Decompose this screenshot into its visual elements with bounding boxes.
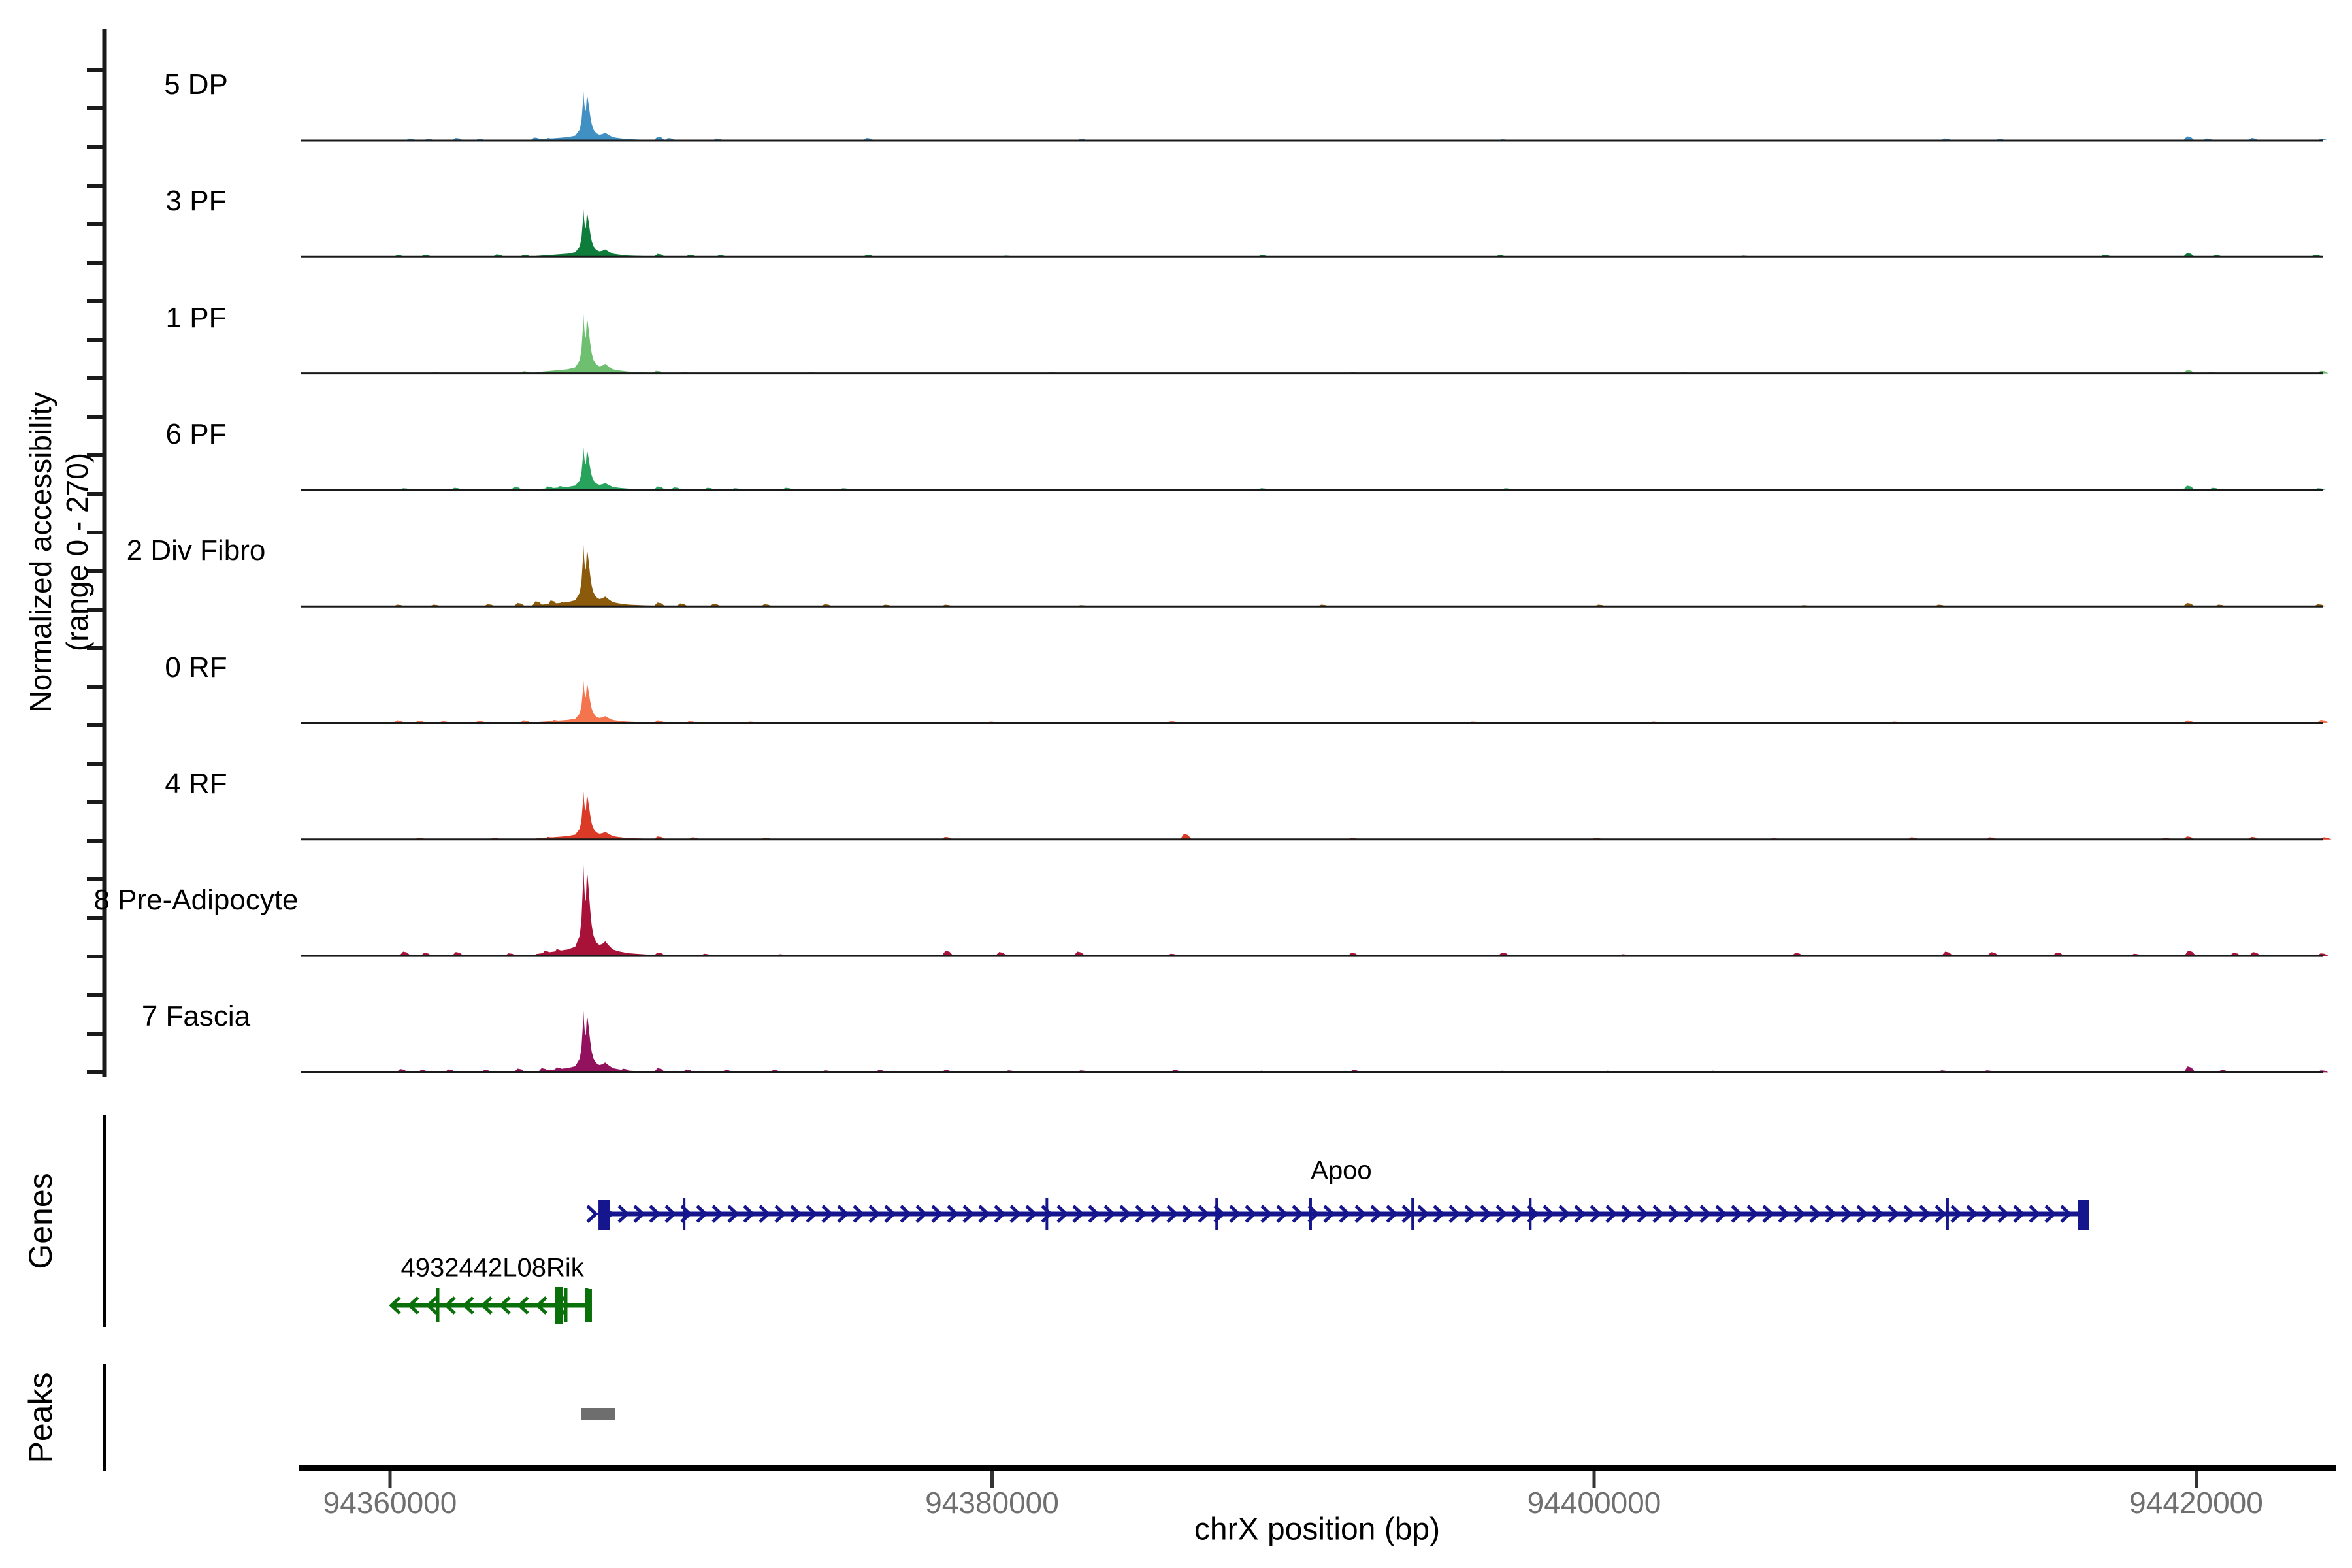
tracks-canvas (0, 0, 2352, 1568)
track-label-8preadipocyte: 8 Pre-Adipocyte (93, 884, 298, 917)
x-tick-94360000: 94360000 (323, 1485, 457, 1520)
x-axis-title: chrX position (bp) (1194, 1512, 1440, 1548)
y-axis-label-line2: (range 0 - 270) (59, 392, 95, 713)
y-axis-label-line1: Normalized accessibility (22, 392, 59, 713)
signal-peak-5 (536, 680, 661, 723)
peaks-section-label: Peaks (22, 1373, 59, 1463)
y-axis-label: Normalized accessibility (range 0 - 270) (22, 392, 95, 713)
genes-section-label: Genes (22, 1173, 59, 1269)
signal-peak-2 (536, 314, 661, 374)
peak-annotations (581, 1408, 615, 1420)
peak-rect (581, 1408, 615, 1420)
genome-browser-figure: Normalized accessibility (range 0 - 270)… (0, 0, 2352, 1568)
exon-block (2078, 1200, 2089, 1230)
track-label-4rf: 4 RF (165, 768, 227, 800)
signal-peak-1 (536, 209, 661, 257)
signal-peak-8 (536, 1010, 661, 1072)
signal-tracks (301, 91, 2332, 1073)
track-label-6pf: 6 PF (166, 418, 227, 451)
signal-peak-4 (536, 545, 661, 606)
exon-block (555, 1287, 563, 1324)
position-axis (299, 1468, 2336, 1488)
signal-peak-3 (536, 447, 661, 490)
track-label-1pf: 1 PF (166, 302, 227, 335)
track-label-2divfibro: 2 Div Fibro (127, 534, 266, 567)
track-label-3pf: 3 PF (166, 185, 227, 218)
gene-label-apoo: Apoo (1311, 1156, 1371, 1186)
gene-models (391, 1198, 2089, 1324)
x-tick-94400000: 94400000 (1527, 1485, 1661, 1520)
track-label-0rf: 0 RF (165, 651, 227, 684)
signal-peak-7 (536, 864, 661, 956)
strand-arrow-right (587, 1206, 596, 1222)
track-label-5dp: 5 DP (164, 69, 228, 101)
exon-block (598, 1200, 610, 1230)
x-tick-94380000: 94380000 (925, 1485, 1059, 1520)
signal-peak-0 (536, 91, 661, 140)
track-label-7fascia: 7 Fascia (142, 1000, 250, 1033)
signal-peak-6 (536, 791, 661, 840)
x-tick-94420000: 94420000 (2129, 1485, 2263, 1520)
accessibility-axis (87, 29, 105, 1471)
gene-label-4932442l08rik: 4932442L08Rik (401, 1254, 584, 1283)
